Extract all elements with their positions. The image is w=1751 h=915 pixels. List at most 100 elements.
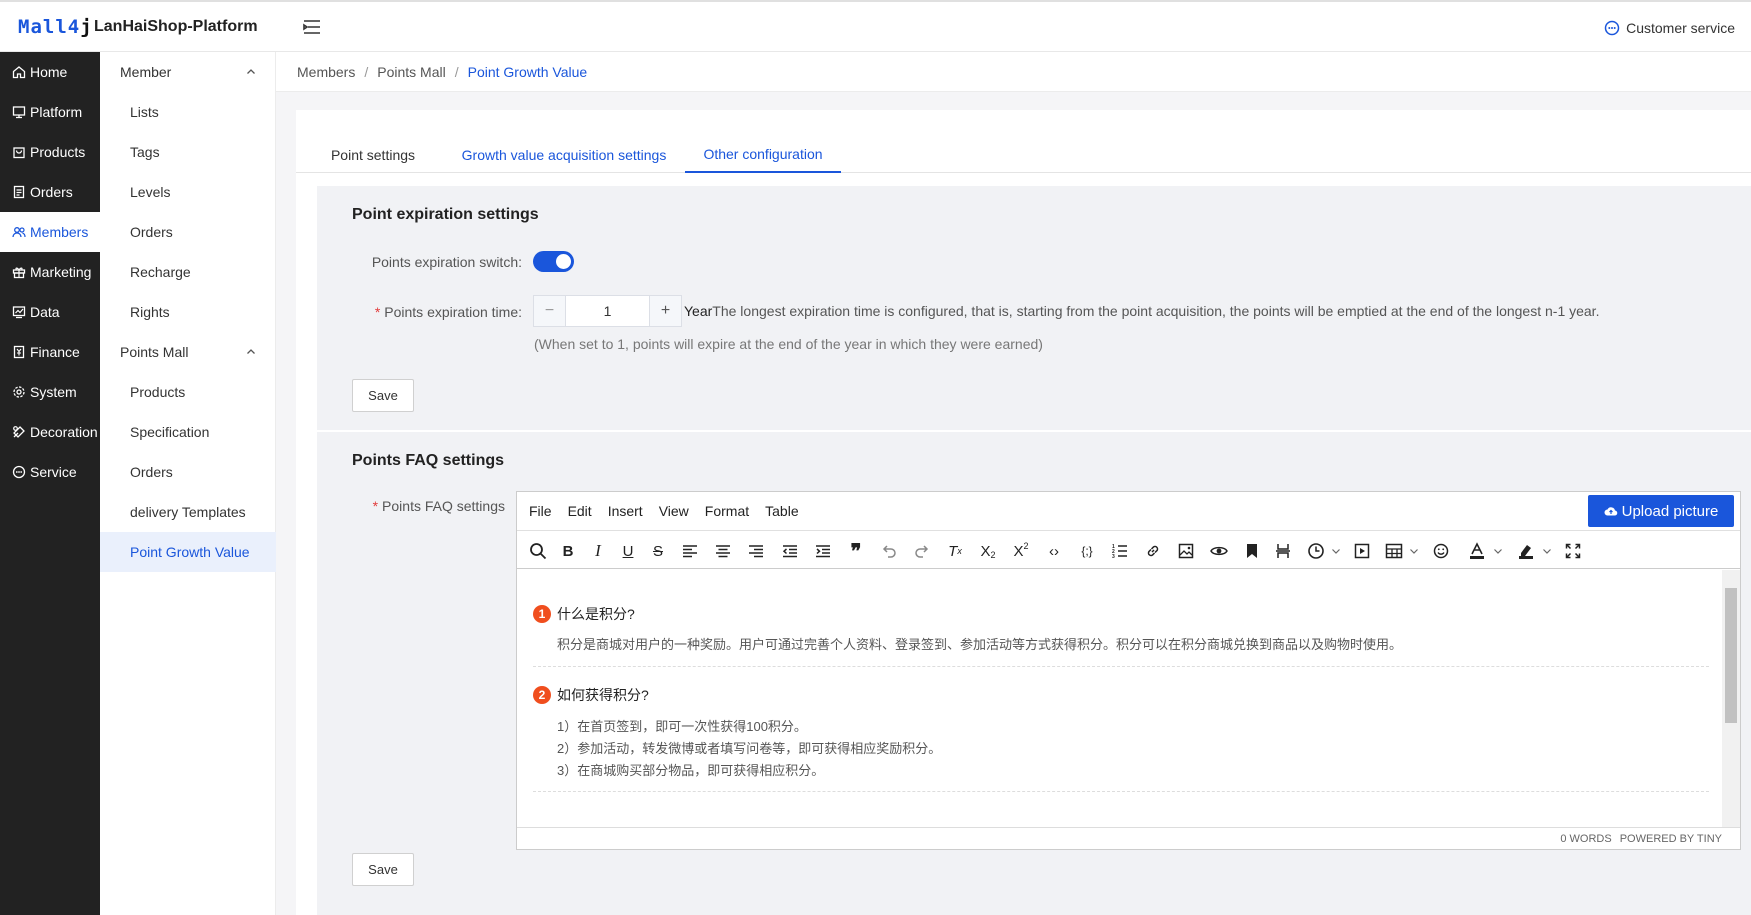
align-right-icon[interactable] [745, 540, 767, 562]
link-icon[interactable] [1142, 540, 1164, 562]
strikethrough-icon[interactable]: S [647, 540, 669, 562]
nav-products[interactable]: Products [0, 132, 100, 172]
menu-toggle-icon[interactable] [302, 18, 322, 36]
italic-icon[interactable]: I [587, 540, 609, 562]
nav-decoration[interactable]: Decoration [0, 412, 100, 452]
faq-question-2: 2 如何获得积分? [533, 685, 649, 705]
faq-save-button[interactable]: Save [352, 853, 414, 886]
menu-insert[interactable]: Insert [608, 503, 643, 519]
faq-answer-2-line-2: 2）参加活动，转发微博或者填写问卷等，即可获得相应奖励积分。 [557, 741, 942, 756]
emoticons-icon[interactable] [1430, 540, 1452, 562]
powered-by[interactable]: POWERED BY TINY [1620, 833, 1722, 845]
chevron-down-icon[interactable] [1536, 540, 1558, 562]
clear-formatting-icon[interactable]: Tx [944, 540, 966, 562]
customer-service-link[interactable]: Customer service [1604, 20, 1735, 36]
page-break-icon[interactable] [1272, 540, 1294, 562]
question-text: 什么是积分? [557, 606, 635, 622]
tab-point-settings[interactable]: Point settings [318, 136, 428, 173]
table-icon[interactable] [1383, 540, 1405, 562]
media-icon[interactable] [1351, 540, 1373, 562]
blockquote-icon[interactable]: ❞ [845, 540, 867, 563]
fullscreen-icon[interactable] [1562, 540, 1584, 562]
subnav-points-orders[interactable]: Orders [100, 452, 276, 492]
undo-icon[interactable] [878, 540, 900, 562]
expiration-time-value[interactable]: 1 [566, 296, 649, 326]
text-color-icon[interactable] [1466, 540, 1488, 562]
image-icon[interactable] [1175, 540, 1197, 562]
subscript-icon[interactable]: X2 [977, 540, 999, 562]
nav-label: Marketing [30, 264, 92, 280]
subnav-point-growth-value[interactable]: Point Growth Value [100, 532, 276, 572]
faq-rich-text-editor[interactable]: File Edit Insert View Format Table Uploa… [516, 491, 1741, 850]
code-icon[interactable]: ‹› [1043, 540, 1065, 562]
preview-icon[interactable] [1208, 540, 1230, 562]
tab-growth-value-acquisition[interactable]: Growth value acquisition settings [456, 136, 672, 173]
bookmark-icon[interactable] [1241, 540, 1263, 562]
redo-icon[interactable] [911, 540, 933, 562]
subnav-group-points-mall[interactable]: Points Mall [100, 332, 276, 372]
subnav-delivery-templates[interactable]: delivery Templates [100, 492, 276, 532]
nav-label: Home [30, 64, 68, 80]
subnav-member-orders[interactable]: Orders [100, 212, 276, 252]
menu-edit[interactable]: Edit [568, 503, 592, 519]
decrement-button[interactable]: − [534, 296, 566, 326]
menu-file[interactable]: File [529, 503, 552, 519]
nav-label: Finance [30, 344, 80, 360]
faq-answer-1: 积分是商城对用户的一种奖励。用户可通过完善个人资料、登录签到、参加活动等方式获得… [557, 637, 1403, 652]
numbered-list-icon[interactable]: 123 [1109, 540, 1131, 562]
faq-label: * Points FAQ settings [372, 498, 505, 514]
superscript-icon[interactable]: X2 [1010, 540, 1032, 562]
outdent-icon[interactable] [779, 540, 801, 562]
code-sample-icon[interactable]: {;} [1076, 540, 1098, 562]
platform-name: LanHaiShop-Platform [94, 18, 258, 35]
nav-service[interactable]: Service [0, 452, 100, 492]
chevron-down-icon[interactable] [1325, 540, 1347, 562]
nav-finance[interactable]: Finance [0, 332, 100, 372]
document-icon [12, 185, 26, 199]
nav-platform[interactable]: Platform [0, 92, 100, 132]
nav-members[interactable]: Members [0, 212, 100, 252]
nav-orders[interactable]: Orders [0, 172, 100, 212]
align-center-icon[interactable] [712, 540, 734, 562]
question-number-badge: 1 [533, 605, 551, 623]
subnav-rights[interactable]: Rights [100, 292, 276, 332]
expiration-save-button[interactable]: Save [352, 379, 414, 412]
bold-icon[interactable]: B [557, 540, 579, 562]
search-icon[interactable] [527, 540, 549, 562]
subnav-group-member[interactable]: Member [100, 52, 276, 92]
menu-table[interactable]: Table [765, 503, 798, 519]
underline-icon[interactable]: U [617, 540, 639, 562]
align-left-icon[interactable] [679, 540, 701, 562]
editor-toolbar: B I U S ❞ Tx X2 X2 ‹› {;} 123 [517, 530, 1740, 569]
chevron-down-icon[interactable] [1487, 540, 1509, 562]
subnav-specification[interactable]: Specification [100, 412, 276, 452]
subnav-points-products[interactable]: Products [100, 372, 276, 412]
indent-icon[interactable] [812, 540, 834, 562]
highlight-color-icon[interactable] [1515, 540, 1537, 562]
breadcrumb-points-mall[interactable]: Points Mall [377, 64, 445, 80]
editor-scrollbar[interactable] [1722, 570, 1740, 828]
menu-view[interactable]: View [659, 503, 689, 519]
subnav-tags[interactable]: Tags [100, 132, 276, 172]
editor-content[interactable]: 1 什么是积分? 积分是商城对用户的一种奖励。用户可通过完善个人资料、登录签到、… [517, 570, 1722, 828]
increment-button[interactable]: + [649, 296, 681, 326]
nav-system[interactable]: System [0, 372, 100, 412]
editor-statusbar: 0 WORDS POWERED BY TINY [517, 827, 1740, 849]
subnav-levels[interactable]: Levels [100, 172, 276, 212]
insert-datetime-icon[interactable] [1305, 540, 1327, 562]
subnav-lists[interactable]: Lists [100, 92, 276, 132]
scrollbar-thumb[interactable] [1725, 588, 1737, 723]
nav-marketing[interactable]: Marketing [0, 252, 100, 292]
breadcrumb-members[interactable]: Members [297, 64, 355, 80]
sub-sidebar: Member Lists Tags Levels Orders Recharge… [100, 52, 276, 915]
nav-data[interactable]: Data [0, 292, 100, 332]
menu-format[interactable]: Format [705, 503, 749, 519]
tab-other-configuration[interactable]: Other configuration [685, 136, 841, 173]
unit-year: Year [684, 303, 713, 319]
subnav-recharge[interactable]: Recharge [100, 252, 276, 292]
chevron-down-icon[interactable] [1403, 540, 1425, 562]
upload-picture-button[interactable]: Upload picture [1588, 495, 1734, 527]
nav-home[interactable]: Home [0, 52, 100, 92]
expiration-time-stepper[interactable]: − 1 + [533, 295, 682, 327]
expiration-switch[interactable] [533, 251, 574, 272]
